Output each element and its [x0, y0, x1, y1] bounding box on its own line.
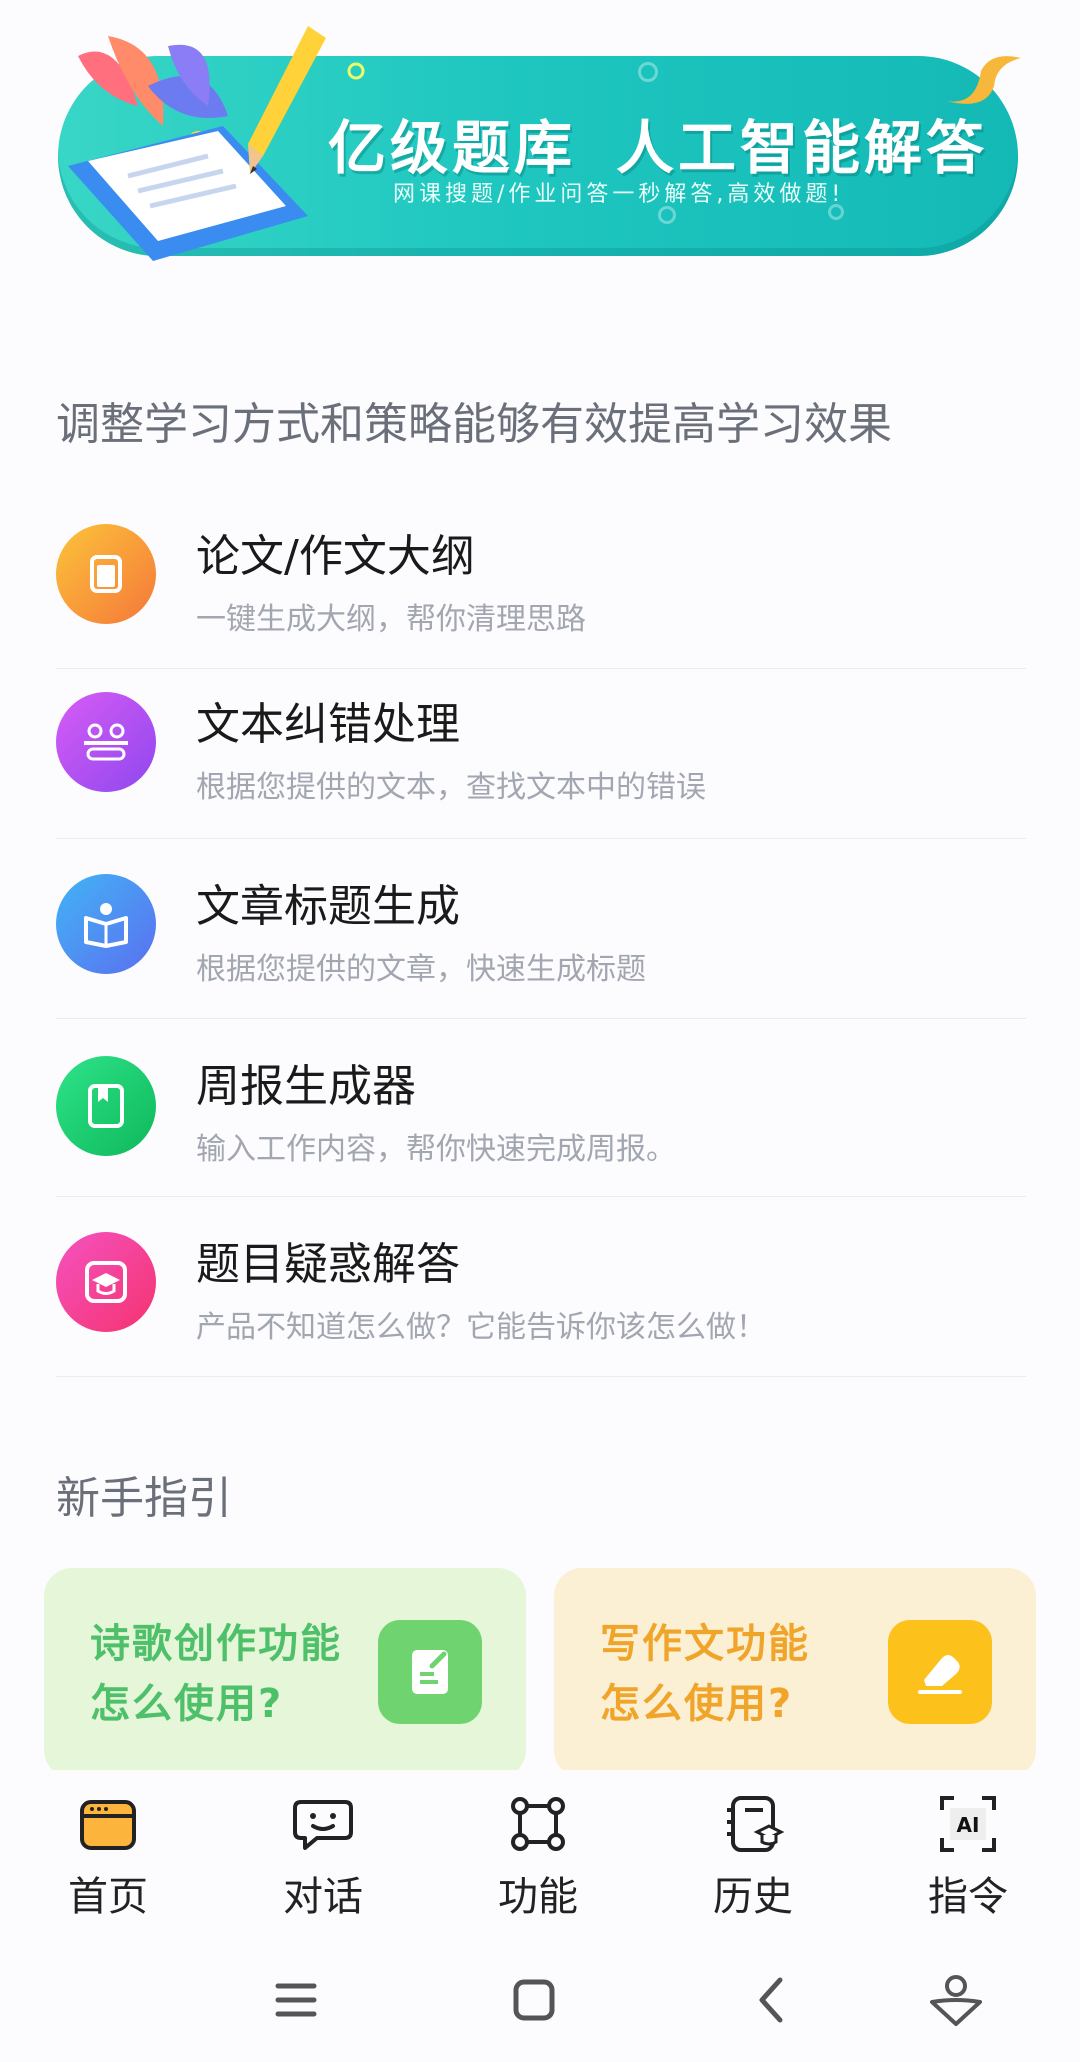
history-book-icon [727, 1796, 785, 1852]
feature-title: 周报生成器 [196, 1061, 416, 1112]
nav-item-home[interactable]: 首页 [28, 1792, 188, 1922]
promo-banner[interactable]: 亿级题库 人工智能解答 网课搜题/作业问答一秒解答,高效做题! [58, 26, 1021, 261]
back-chevron-icon[interactable] [742, 1968, 806, 2032]
banner-title-right: 人工智能解答 [616, 114, 989, 182]
feature-description: 根据您提供的文章，快速生成标题 [196, 952, 646, 987]
feature-title: 题目疑惑解答 [196, 1239, 460, 1290]
guide-card-line2: 怎么使用? [90, 1681, 284, 1727]
feature-description: 产品不知道怎么做？它能告诉你该怎么做！ [196, 1310, 766, 1345]
feature-item-title[interactable]: 文章标题生成 根据您提供的文章，快速生成标题 [56, 860, 1026, 1019]
nodes-icon [511, 1797, 565, 1851]
feature-title: 文章标题生成 [196, 881, 460, 932]
nav-label: 对话 [283, 1874, 363, 1920]
system-navigation-bar [0, 1940, 1080, 2062]
assistant-icon[interactable] [924, 1968, 988, 2032]
bottom-navigation: 首页 对话 功能 历史 AI 指令 [0, 1770, 1080, 1930]
feature-description: 输入工作内容，帮你快速完成周报。 [196, 1132, 676, 1167]
banner-title-left: 亿级题库 [328, 114, 577, 182]
banner-subtitle: 网课搜题/作业问答一秒解答,高效做题! [393, 182, 845, 207]
guide-card-line1: 写作文功能 [600, 1621, 810, 1667]
guide-card-poetry[interactable]: 诗歌创作功能 怎么使用? [44, 1568, 526, 1778]
ai-scan-icon: AI [940, 1796, 996, 1852]
guide-card-line2: 怎么使用? [600, 1681, 794, 1727]
menu-icon[interactable] [264, 1968, 328, 2032]
notebook-icon [56, 1056, 156, 1156]
nav-item-chat[interactable]: 对话 [243, 1792, 403, 1922]
guide-card-line1: 诗歌创作功能 [90, 1621, 342, 1667]
guide-card-text: 写作文功能 怎么使用? [600, 1614, 810, 1734]
feature-description: 一键生成大纲，帮你清理思路 [196, 602, 586, 637]
banner-dot [638, 62, 658, 82]
nav-item-history[interactable]: 历史 [673, 1792, 833, 1922]
nav-label: 历史 [713, 1874, 793, 1920]
nav-item-commands[interactable]: AI 指令 [888, 1792, 1048, 1922]
nav-item-features[interactable]: 功能 [458, 1792, 618, 1922]
chat-bubble-icon [293, 1800, 353, 1850]
feature-title: 论文/作文大纲 [196, 531, 475, 582]
browser-window-icon [80, 1800, 136, 1850]
home-square-icon[interactable] [502, 1968, 566, 2032]
document-icon [56, 524, 156, 624]
app-screen: 亿级题库 人工智能解答 网课搜题/作业问答一秒解答,高效做题! 调整学习方式和策略… [0, 0, 1080, 2062]
banner-title: 亿级题库 人工智能解答 [328, 101, 1008, 185]
nav-label: 首页 [68, 1874, 148, 1920]
feature-description: 根据您提供的文本，查找文本中的错误 [196, 770, 706, 805]
graduation-cap-icon [56, 1232, 156, 1332]
text-correction-icon [56, 692, 156, 792]
feature-item-outline[interactable]: 论文/作文大纲 一键生成大纲，帮你清理思路 [56, 510, 1026, 669]
banner-dot [658, 206, 676, 224]
feature-item-correction[interactable]: 文本纠错处理 根据您提供的文本，查找文本中的错误 [56, 688, 1026, 839]
feature-title: 文本纠错处理 [196, 699, 460, 750]
nav-label: 功能 [498, 1874, 578, 1920]
guide-card-essay[interactable]: 写作文功能 怎么使用? [554, 1568, 1036, 1778]
feature-item-weekly-report[interactable]: 周报生成器 输入工作内容，帮你快速完成周报。 [56, 1040, 1026, 1197]
eraser-pen-icon [888, 1620, 992, 1724]
features-section-title: 调整学习方式和策略能够有效提高学习效果 [56, 399, 892, 450]
book-reader-icon [56, 874, 156, 974]
nav-label: 指令 [928, 1874, 1008, 1920]
ai-icon-text: AI [957, 1813, 980, 1837]
edit-document-icon [378, 1620, 482, 1724]
guide-card-text: 诗歌创作功能 怎么使用? [90, 1614, 342, 1734]
guide-section-title: 新手指引 [56, 1473, 232, 1524]
feature-item-question-answer[interactable]: 题目疑惑解答 产品不知道怎么做？它能告诉你该怎么做！ [56, 1218, 1026, 1377]
